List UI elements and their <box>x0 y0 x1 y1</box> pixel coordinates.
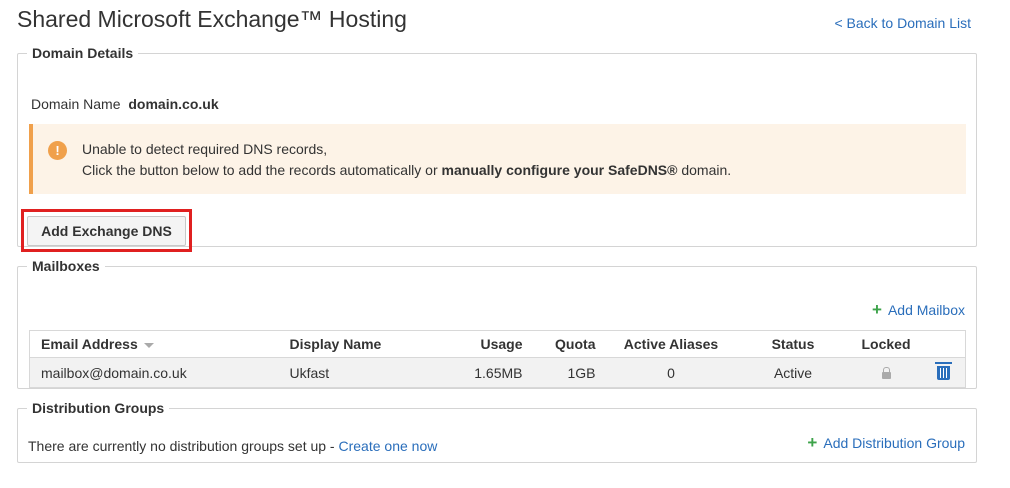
add-exchange-dns-button[interactable]: Add Exchange DNS <box>27 216 186 246</box>
cell-quota: 1GB <box>533 357 607 388</box>
domain-details-panel: Domain Details Domain Name domain.co.uk … <box>17 45 977 252</box>
cell-usage: 1.65MB <box>443 357 534 388</box>
add-mailbox-label: Add Mailbox <box>887 302 965 318</box>
cell-locked <box>850 357 922 388</box>
alert-line-2-prefix: Click the button below to add the record… <box>82 162 438 178</box>
mailboxes-table: Email Address Display Name Usage Quota A… <box>29 330 966 388</box>
lock-icon <box>881 366 891 379</box>
column-header-usage: Usage <box>443 330 534 358</box>
mailboxes-panel: Mailboxes + Add Mailbox Email Address Dis… <box>17 258 977 389</box>
add-distribution-group-link[interactable]: + Add Distribution Group <box>807 433 965 453</box>
cell-status: Active <box>735 357 851 388</box>
alert-line-1: Unable to detect required DNS records, <box>82 141 328 157</box>
back-to-domain-list-link[interactable]: < Back to Domain List <box>834 15 971 31</box>
create-one-now-link[interactable]: Create one now <box>339 438 438 454</box>
warning-icon: ! <box>48 141 67 160</box>
column-header-actions <box>921 330 966 358</box>
alert-line-2: Click the button below to add the record… <box>82 160 731 181</box>
domain-name-value: domain.co.uk <box>128 96 219 112</box>
add-distribution-group-label: Add Distribution Group <box>823 435 965 451</box>
cell-active-aliases: 0 <box>606 357 736 388</box>
column-header-active-aliases: Active Aliases <box>606 330 736 358</box>
trash-icon[interactable] <box>934 362 952 380</box>
column-header-display-name: Display Name <box>278 330 444 358</box>
alert-line-2-suffix: domain. <box>681 162 732 178</box>
column-header-quota: Quota <box>533 330 607 358</box>
mailboxes-legend: Mailboxes <box>32 258 100 274</box>
domain-details-legend: Domain Details <box>32 45 134 61</box>
alert-message: Unable to detect required DNS records, C… <box>82 139 731 181</box>
no-distribution-groups-message: There are currently no distribution grou… <box>28 438 437 454</box>
table-row[interactable]: mailbox@domain.co.uk Ukfast 1.65MB 1GB 0… <box>29 357 966 388</box>
add-mailbox-link[interactable]: + Add Mailbox <box>872 300 965 320</box>
manually-configure-safedns-text: manually configure your SafeDNS® <box>441 162 678 178</box>
distribution-groups-legend: Distribution Groups <box>32 400 165 416</box>
cell-actions <box>921 357 966 388</box>
table-header-row: Email Address Display Name Usage Quota A… <box>29 330 966 358</box>
cell-email: mailbox@domain.co.uk <box>29 357 279 388</box>
sort-caret-icon <box>143 342 154 348</box>
page-title: Shared Microsoft Exchange™ Hosting <box>17 6 407 32</box>
empty-text: There are currently no distribution grou… <box>28 438 335 454</box>
dns-warning-alert: ! Unable to detect required DNS records,… <box>29 124 966 194</box>
domain-name-row: Domain Name domain.co.uk <box>31 96 219 112</box>
column-header-email[interactable]: Email Address <box>29 330 279 358</box>
domain-name-label: Domain Name <box>31 96 121 112</box>
plus-icon: + <box>872 300 882 319</box>
plus-icon: + <box>807 433 818 452</box>
distribution-groups-panel: Distribution Groups There are currently … <box>17 400 977 463</box>
column-header-status: Status <box>735 330 851 358</box>
cell-display-name: Ukfast <box>278 357 444 388</box>
column-header-locked: Locked <box>850 330 922 358</box>
